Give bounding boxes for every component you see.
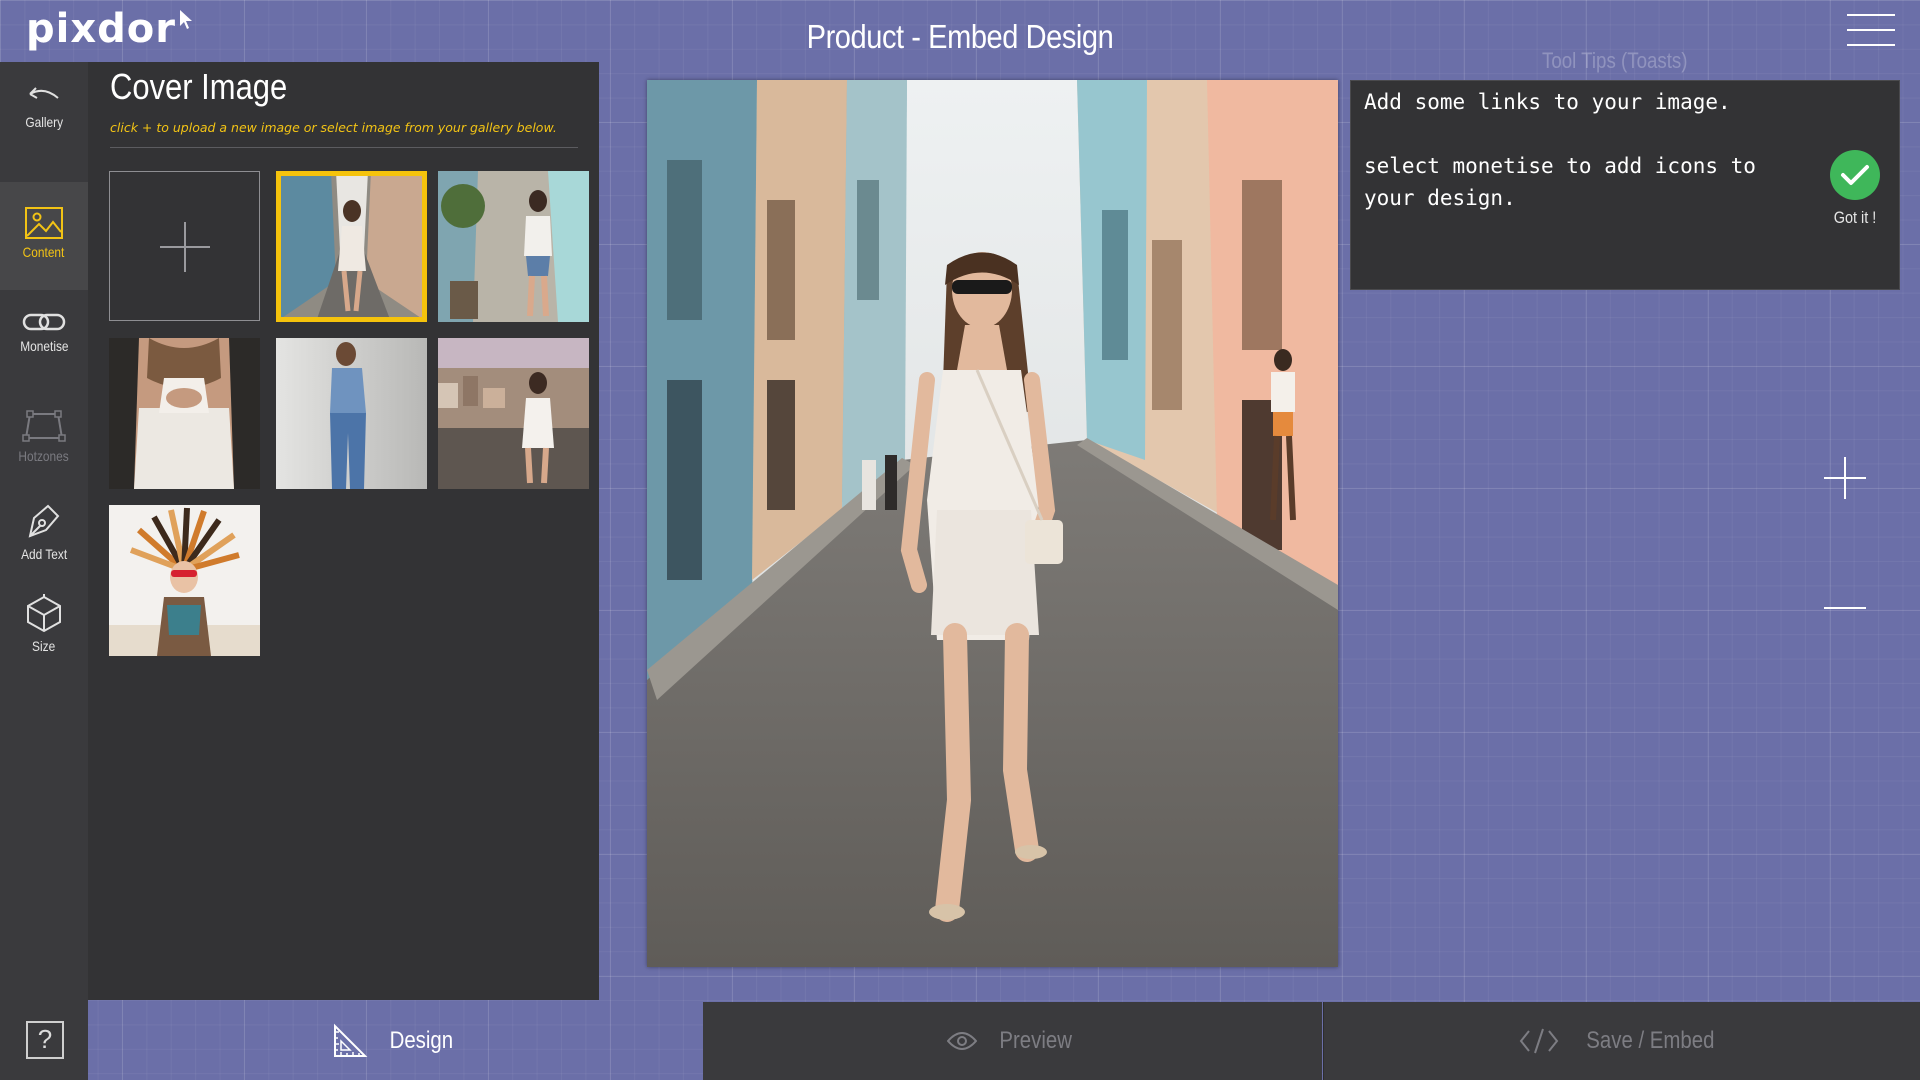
rail-label-hotzones: Hotzones bbox=[18, 448, 70, 464]
design-canvas-image[interactable] bbox=[647, 80, 1338, 967]
thumbnail-image bbox=[276, 338, 427, 489]
gallery-thumbnail[interactable] bbox=[109, 338, 260, 489]
rail-item-hotzones[interactable]: Hotzones bbox=[0, 406, 88, 486]
help-button[interactable]: ? bbox=[26, 1021, 64, 1059]
thumbnail-image bbox=[276, 171, 427, 322]
gallery-thumbnail[interactable] bbox=[438, 338, 589, 489]
tab-design[interactable]: Design bbox=[88, 1002, 702, 1080]
plus-icon bbox=[160, 222, 210, 272]
rail-item-content[interactable]: Content bbox=[0, 182, 88, 290]
pen-icon bbox=[28, 504, 60, 538]
gallery-thumbnail[interactable] bbox=[276, 171, 427, 322]
tool-rail: Gallery Content Monetise Hotzones Add Te… bbox=[0, 62, 88, 1080]
zoom-out-icon[interactable] bbox=[1822, 598, 1868, 609]
zoom-in-icon[interactable] bbox=[1822, 455, 1868, 501]
thumbnail-image bbox=[438, 171, 589, 322]
rail-label-monetise: Monetise bbox=[19, 338, 69, 354]
thumbnail-image bbox=[109, 505, 260, 656]
panel-hint: click + to upload a new image or select … bbox=[110, 120, 557, 135]
tooltip-text-line2: select monetise to add icons to your des… bbox=[1364, 154, 1756, 210]
rail-label-add-text: Add Text bbox=[20, 546, 68, 562]
rail-label-gallery: Gallery bbox=[25, 114, 63, 130]
tooltip-text-line1: Add some links to your image. bbox=[1364, 90, 1731, 114]
tab-preview-label: Preview bbox=[999, 1027, 1072, 1054]
got-it-label: Got it ! bbox=[1833, 208, 1877, 227]
tab-save-label: Save / Embed bbox=[1585, 1027, 1715, 1054]
thumbnail-image bbox=[109, 338, 260, 489]
tab-design-label: Design bbox=[389, 1027, 453, 1054]
rail-item-add-text[interactable]: Add Text bbox=[0, 502, 88, 588]
got-it-button[interactable]: Got it ! bbox=[1820, 150, 1890, 228]
design-ruler-icon bbox=[333, 1023, 368, 1057]
panel-divider bbox=[110, 147, 578, 148]
tab-preview[interactable]: Preview bbox=[703, 1002, 1322, 1080]
panel-title: Cover Image bbox=[110, 66, 288, 107]
rail-item-size[interactable]: Size bbox=[0, 594, 88, 674]
gallery-thumbnail[interactable] bbox=[276, 338, 427, 489]
rail-label-content: Content bbox=[23, 244, 65, 260]
eye-icon bbox=[946, 1032, 977, 1050]
rail-item-gallery[interactable]: Gallery bbox=[0, 84, 88, 172]
upload-image-button[interactable] bbox=[109, 171, 260, 321]
tooltip-section-label: Tool Tips (Toasts) bbox=[1542, 48, 1688, 73]
thumbnail-image bbox=[438, 338, 589, 489]
check-icon bbox=[1830, 150, 1880, 200]
cube-icon bbox=[27, 594, 61, 633]
gallery-thumbnail[interactable] bbox=[109, 505, 260, 656]
hotzone-icon bbox=[22, 410, 66, 442]
link-icon bbox=[22, 313, 66, 331]
gallery-thumbnail[interactable] bbox=[438, 171, 589, 322]
image-icon bbox=[25, 207, 63, 239]
rail-item-monetise[interactable]: Monetise bbox=[0, 310, 88, 390]
hamburger-menu-icon[interactable] bbox=[1847, 14, 1895, 48]
tab-save-embed[interactable]: Save / Embed bbox=[1323, 1002, 1920, 1080]
back-arrow-icon bbox=[29, 87, 59, 99]
code-icon bbox=[1519, 1028, 1558, 1054]
cover-image bbox=[647, 80, 1338, 967]
rail-label-size: Size bbox=[32, 638, 56, 654]
